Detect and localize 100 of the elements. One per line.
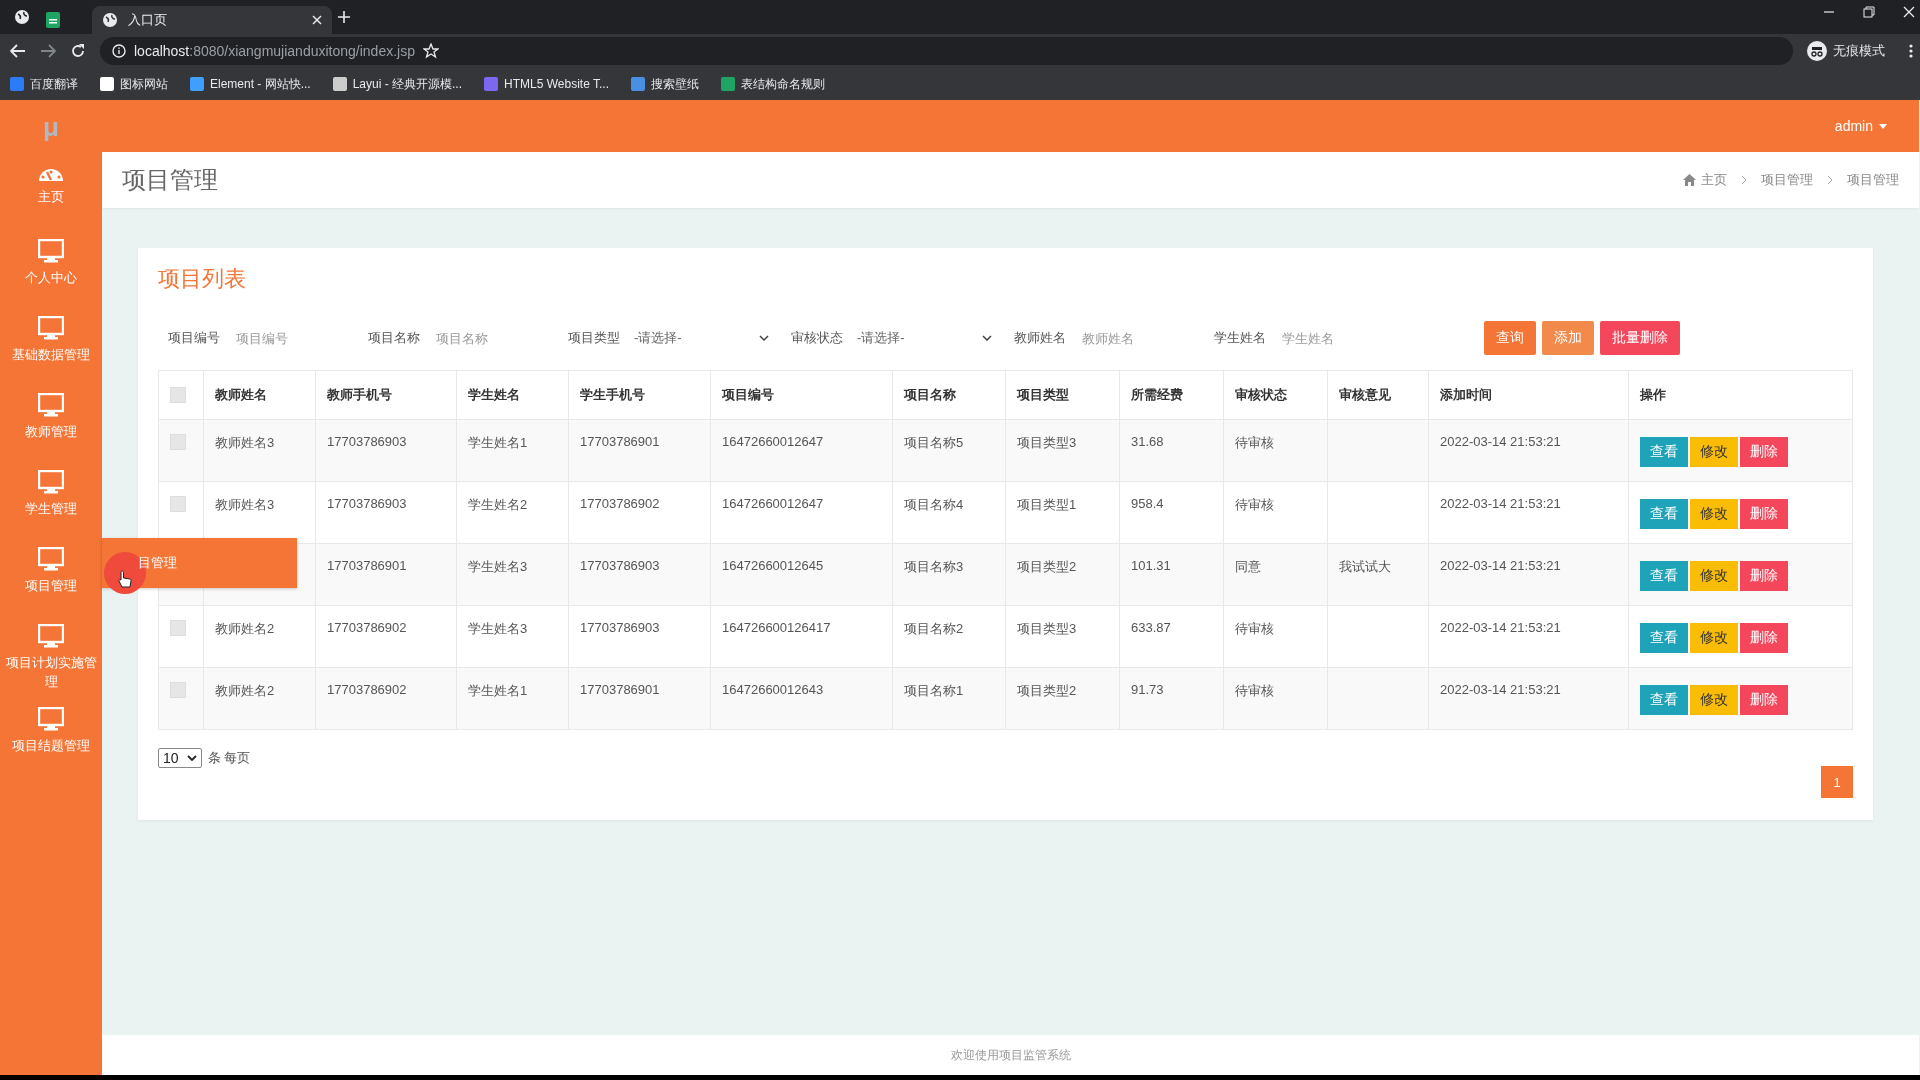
delete-button[interactable]: 删除 (1740, 685, 1788, 715)
checkbox[interactable] (170, 496, 186, 512)
reload-icon[interactable] (70, 43, 86, 59)
close-icon[interactable] (312, 15, 322, 25)
bookmark[interactable]: Element - 网站快... (190, 75, 311, 93)
table-cell: 教师姓名3 (215, 435, 275, 450)
delete-button[interactable]: 删除 (1740, 499, 1788, 529)
view-button[interactable]: 查看 (1640, 437, 1688, 467)
checkbox[interactable] (170, 620, 186, 636)
table-cell: 同意 (1235, 559, 1261, 574)
address-bar[interactable]: localhost:8080/xiangmujianduxitong/index.jsp (100, 37, 1793, 65)
bookmark[interactable]: 百度翻译 (10, 75, 78, 93)
select-field[interactable]: -请选择- (857, 329, 992, 347)
batch-delete-button[interactable]: 批量删除 (1600, 321, 1680, 355)
page-size-select[interactable]: 10 (158, 748, 202, 768)
forward-arrow-icon[interactable] (40, 44, 56, 58)
user-menu[interactable]: admin (1834, 118, 1887, 134)
table-cell: 17703786903 (580, 620, 660, 635)
breadcrumb-link[interactable]: 项目管理 (1847, 171, 1899, 189)
table-cell: 我试试大 (1339, 559, 1391, 574)
table-cell: 教师姓名2 (215, 621, 275, 636)
table-cell: 待审核 (1235, 683, 1274, 698)
column-header: 教师姓名 (203, 370, 316, 420)
bookmark[interactable]: HTML5 Website T... (484, 77, 609, 91)
column-header: 项目名称 (892, 370, 1006, 420)
sidebar-item[interactable]: 基础数据管理 (0, 316, 102, 378)
monitor-icon (38, 547, 64, 571)
checkbox[interactable] (170, 434, 186, 450)
filter-label: 审核状态 (791, 329, 843, 347)
query-button[interactable]: 查询 (1484, 321, 1536, 355)
url-text: localhost:8080/xiangmujianduxitong/index.jsp (134, 43, 415, 59)
table-cell: 17703786902 (327, 682, 407, 697)
delete-button[interactable]: 删除 (1740, 623, 1788, 653)
more-menu-icon[interactable] (1909, 44, 1913, 58)
sidebar-item[interactable]: 个人中心 (0, 239, 102, 301)
table-cell: 教师姓名2 (215, 683, 275, 698)
table-cell: 101.31 (1131, 558, 1171, 573)
table-cell: 17703786901 (580, 682, 660, 697)
table-cell: 16472660012643 (722, 682, 824, 697)
monitor-icon (38, 239, 64, 263)
restore-icon[interactable] (1863, 6, 1875, 18)
breadcrumb-link[interactable]: 主页 (1701, 171, 1727, 189)
table-cell: 项目类型3 (1017, 621, 1077, 636)
sidebar-item[interactable]: 项目计划实施管理 (0, 624, 102, 692)
select-field[interactable]: -请选择- (634, 329, 769, 347)
view-button[interactable]: 查看 (1640, 499, 1688, 529)
table-cell: 项目名称1 (904, 683, 964, 698)
sidebar-item[interactable]: 教师管理 (0, 393, 102, 455)
sidebar-item[interactable]: 项目管理 (0, 547, 102, 609)
view-button[interactable]: 查看 (1640, 561, 1688, 591)
column-header: 所需经费 (1119, 370, 1224, 420)
column-header: 添加时间 (1428, 370, 1629, 420)
star-icon[interactable] (423, 43, 439, 59)
filter-label: 项目类型 (568, 329, 620, 347)
close-icon[interactable] (1903, 6, 1915, 18)
column-header: 学生姓名 (456, 370, 569, 420)
bookmark[interactable]: 搜索壁纸 (631, 75, 699, 93)
sidebar-item[interactable]: 主页 (0, 162, 102, 224)
edit-button[interactable]: 修改 (1690, 499, 1738, 529)
edit-button[interactable]: 修改 (1690, 685, 1738, 715)
view-button[interactable]: 查看 (1640, 623, 1688, 653)
checkbox[interactable] (170, 682, 186, 698)
browser-tab[interactable]: 入口页 (92, 6, 332, 34)
table-cell: 958.4 (1131, 496, 1164, 511)
globe-icon[interactable] (14, 9, 30, 25)
breadcrumb-link[interactable]: 项目管理 (1761, 171, 1813, 189)
edit-button[interactable]: 修改 (1690, 437, 1738, 467)
plus-icon[interactable] (338, 11, 350, 23)
edit-button[interactable]: 修改 (1690, 623, 1738, 653)
add-button[interactable]: 添加 (1542, 321, 1594, 355)
view-button[interactable]: 查看 (1640, 685, 1688, 715)
table-cell: 项目类型2 (1017, 559, 1077, 574)
sheet-icon (46, 12, 60, 28)
table-cell: 17703786901 (327, 558, 407, 573)
sidebar-item[interactable]: 项目结题管理 (0, 706, 102, 769)
chevron-down-icon (759, 335, 769, 341)
bookmark[interactable]: Layui - 经典开源模... (332, 75, 463, 93)
table-cell: 16472660012647 (722, 496, 824, 511)
delete-button[interactable]: 删除 (1740, 561, 1788, 591)
gauge-icon (38, 168, 64, 182)
back-arrow-icon[interactable] (10, 44, 26, 58)
card-title: 项目列表 (158, 265, 247, 293)
bookmark[interactable]: 图标网站 (100, 75, 168, 93)
checkbox[interactable] (170, 387, 186, 403)
caret-icon (1879, 123, 1887, 129)
bookmark[interactable]: 表结构命名规则 (721, 75, 825, 93)
table-cell: 学生姓名2 (468, 497, 528, 512)
edit-button[interactable]: 修改 (1690, 561, 1738, 591)
table-cell: 17703786903 (327, 434, 407, 449)
monitor-icon (38, 393, 64, 417)
delete-button[interactable]: 删除 (1740, 437, 1788, 467)
info-icon (112, 44, 126, 58)
chevron-down-icon (186, 755, 197, 761)
flyout-label: 目管理 (138, 554, 177, 572)
column-header: 项目编号 (710, 370, 893, 420)
page-number[interactable]: 1 (1821, 766, 1853, 798)
table-cell: 16472660012645 (722, 558, 824, 573)
footer-text: 欢迎使用项目监管系统 (950, 1046, 1071, 1064)
logo: μ (42, 112, 60, 143)
sidebar-item[interactable]: 学生管理 (0, 470, 102, 532)
